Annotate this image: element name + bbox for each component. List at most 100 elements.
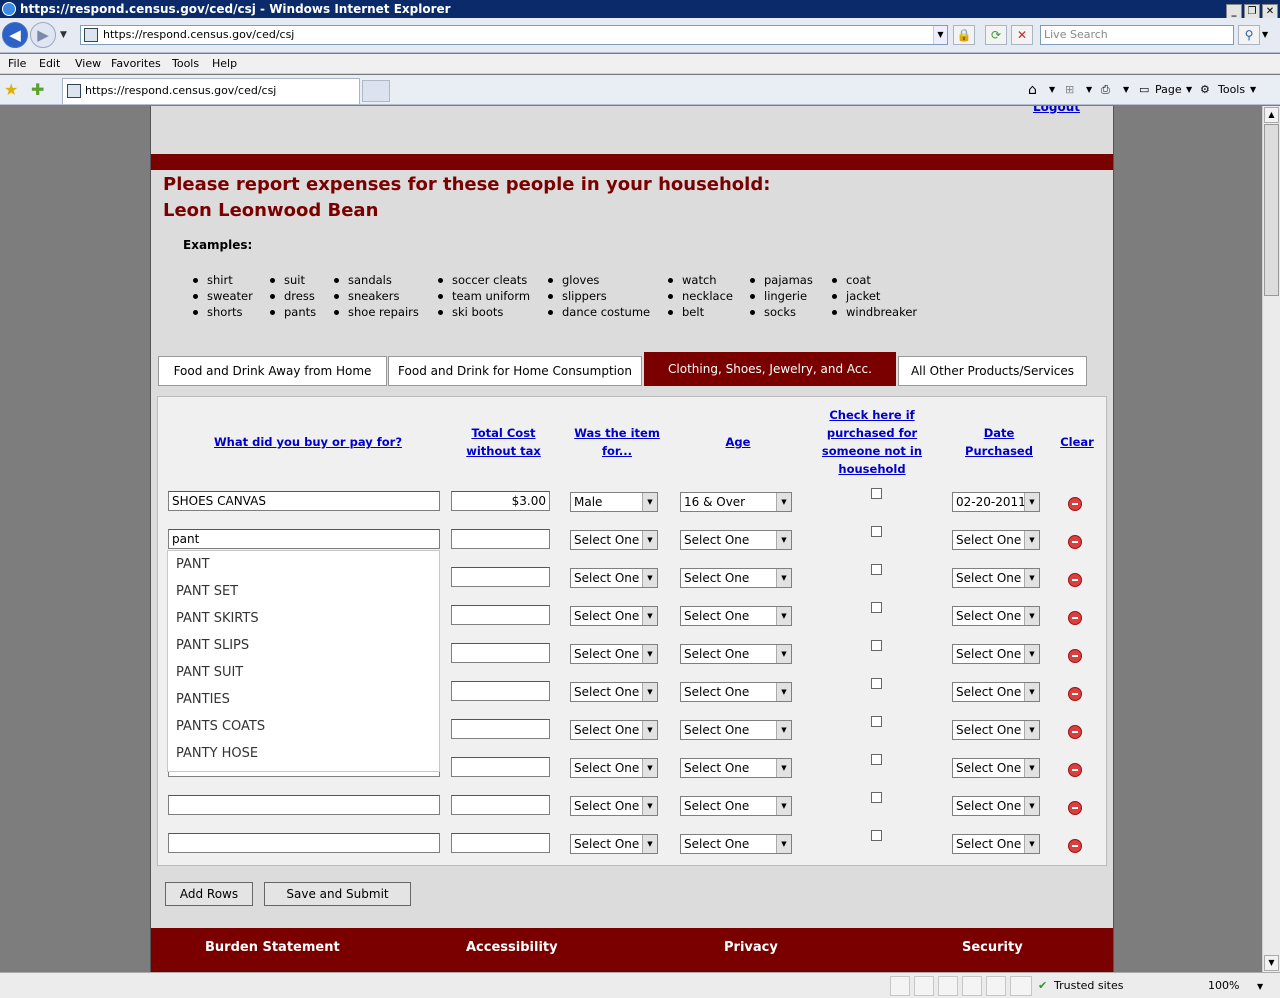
- footer-burden-link[interactable]: Burden Statement: [205, 940, 340, 955]
- autocomplete-option[interactable]: PANTIES: [168, 686, 439, 713]
- close-icon[interactable]: ✕: [1262, 4, 1278, 19]
- clear-row-icon[interactable]: [1068, 687, 1082, 701]
- item-for-select[interactable]: Select One ▼: [570, 796, 658, 816]
- tab-food-away[interactable]: Food and Drink Away from Home: [158, 356, 387, 386]
- page-menu[interactable]: Page: [1155, 82, 1182, 98]
- menu-view[interactable]: View: [75, 54, 101, 74]
- not-in-household-checkbox[interactable]: [871, 716, 882, 727]
- search-input[interactable]: Live Search: [1040, 25, 1234, 45]
- scroll-up-icon[interactable]: ▲: [1264, 107, 1279, 123]
- url-input[interactable]: https://respond.census.gov/ced/csj ▼: [80, 25, 948, 45]
- autocomplete-option[interactable]: PANT SLIPS: [168, 632, 439, 659]
- home-icon[interactable]: ⌂: [1028, 82, 1037, 98]
- favorites-star-icon[interactable]: ★: [4, 80, 18, 99]
- back-button[interactable]: ◀: [2, 22, 28, 48]
- total-cost-input[interactable]: [451, 681, 550, 701]
- item-for-select[interactable]: Select One ▼: [570, 834, 658, 854]
- total-cost-input[interactable]: [451, 605, 550, 625]
- clear-row-icon[interactable]: [1068, 611, 1082, 625]
- feeds-dropdown-icon[interactable]: ▼: [1086, 82, 1092, 98]
- save-submit-button[interactable]: Save and Submit: [264, 882, 411, 906]
- autocomplete-option[interactable]: PANTS COATS: [168, 713, 439, 740]
- date-purchased-select[interactable]: 02-20-2011 ▼: [952, 492, 1040, 512]
- page-dropdown-icon[interactable]: ▼: [1186, 82, 1192, 98]
- clear-row-icon[interactable]: [1068, 649, 1082, 663]
- header-cost[interactable]: Total Cost without tax: [451, 424, 556, 460]
- date-purchased-select[interactable]: Select One ▼: [952, 644, 1040, 664]
- browser-tab-active[interactable]: https://respond.census.gov/ced/csj: [62, 78, 360, 104]
- scroll-thumb[interactable]: [1264, 124, 1279, 296]
- tools-dropdown-icon[interactable]: ▼: [1250, 82, 1256, 98]
- scroll-down-icon[interactable]: ▼: [1264, 955, 1279, 971]
- total-cost-input[interactable]: [451, 833, 550, 853]
- not-in-household-checkbox[interactable]: [871, 488, 882, 499]
- not-in-household-checkbox[interactable]: [871, 678, 882, 689]
- feeds-icon[interactable]: ⊞: [1065, 82, 1074, 98]
- clear-row-icon[interactable]: [1068, 763, 1082, 777]
- not-in-household-checkbox[interactable]: [871, 792, 882, 803]
- menu-file[interactable]: File: [8, 54, 26, 74]
- print-dropdown-icon[interactable]: ▼: [1123, 82, 1129, 98]
- not-in-household-checkbox[interactable]: [871, 526, 882, 537]
- total-cost-input[interactable]: [451, 643, 550, 663]
- not-in-household-checkbox[interactable]: [871, 564, 882, 575]
- logout-link[interactable]: Logout: [1033, 106, 1080, 114]
- item-for-select[interactable]: Select One ▼: [570, 644, 658, 664]
- zoom-dropdown-icon[interactable]: ▼: [1257, 982, 1263, 991]
- age-select[interactable]: Select One ▼: [680, 720, 792, 740]
- add-favorite-icon[interactable]: ✚: [31, 80, 44, 99]
- item-for-select[interactable]: Select One ▼: [570, 568, 658, 588]
- search-dropdown-icon[interactable]: ▼: [1262, 30, 1268, 39]
- autocomplete-option[interactable]: PANT SKIRTS: [168, 605, 439, 632]
- age-select[interactable]: Select One ▼: [680, 530, 792, 550]
- clear-row-icon[interactable]: [1068, 725, 1082, 739]
- date-purchased-select[interactable]: Select One ▼: [952, 720, 1040, 740]
- footer-privacy-link[interactable]: Privacy: [724, 940, 778, 955]
- refresh-icon[interactable]: ⟳: [985, 25, 1007, 45]
- item-for-select[interactable]: Select One ▼: [570, 530, 658, 550]
- zoom-control[interactable]: 100% ▼: [1192, 976, 1272, 996]
- age-select[interactable]: Select One ▼: [680, 568, 792, 588]
- clear-row-icon[interactable]: [1068, 535, 1082, 549]
- age-select[interactable]: Select One ▼: [680, 682, 792, 702]
- total-cost-input[interactable]: $3.00: [451, 491, 550, 511]
- menu-help[interactable]: Help: [212, 54, 237, 74]
- date-purchased-select[interactable]: Select One ▼: [952, 530, 1040, 550]
- restore-icon[interactable]: ❐: [1244, 4, 1260, 19]
- age-select[interactable]: Select One ▼: [680, 834, 792, 854]
- age-select[interactable]: Select One ▼: [680, 644, 792, 664]
- item-for-select[interactable]: Select One ▼: [570, 758, 658, 778]
- autocomplete-option[interactable]: PANT: [168, 551, 439, 578]
- menu-favorites[interactable]: Favorites: [111, 54, 161, 74]
- not-in-household-checkbox[interactable]: [871, 640, 882, 651]
- item-description-input[interactable]: [168, 833, 440, 853]
- autocomplete-option[interactable]: PANT SET: [168, 578, 439, 605]
- tab-other-products[interactable]: All Other Products/Services: [898, 356, 1087, 386]
- age-select[interactable]: Select One ▼: [680, 796, 792, 816]
- date-purchased-select[interactable]: Select One ▼: [952, 606, 1040, 626]
- age-select[interactable]: Select One ▼: [680, 758, 792, 778]
- item-for-select[interactable]: Select One ▼: [570, 682, 658, 702]
- menu-edit[interactable]: Edit: [39, 54, 60, 74]
- item-description-input[interactable]: pant: [168, 529, 440, 549]
- item-description-input[interactable]: [168, 795, 440, 815]
- total-cost-input[interactable]: [451, 529, 550, 549]
- header-age[interactable]: Age: [698, 433, 778, 451]
- header-date[interactable]: Date Purchased: [954, 424, 1044, 460]
- tools-menu[interactable]: Tools: [1218, 82, 1245, 98]
- date-purchased-select[interactable]: Select One ▼: [952, 568, 1040, 588]
- lock-icon[interactable]: 🔒: [953, 25, 975, 45]
- minimize-icon[interactable]: _: [1226, 4, 1242, 19]
- header-what[interactable]: What did you buy or pay for?: [208, 433, 408, 451]
- clear-row-icon[interactable]: [1068, 573, 1082, 587]
- item-for-select[interactable]: Select One ▼: [570, 720, 658, 740]
- not-in-household-checkbox[interactable]: [871, 830, 882, 841]
- add-rows-button[interactable]: Add Rows: [165, 882, 253, 906]
- date-purchased-select[interactable]: Select One ▼: [952, 834, 1040, 854]
- clear-row-icon[interactable]: [1068, 839, 1082, 853]
- age-select[interactable]: Select One ▼: [680, 606, 792, 626]
- autocomplete-option[interactable]: PANTY HOSE: [168, 740, 439, 767]
- autocomplete-option[interactable]: PANT SUIT: [168, 659, 439, 686]
- vertical-scrollbar[interactable]: ▲ ▼: [1262, 106, 1280, 972]
- item-description-input[interactable]: SHOES CANVAS: [168, 491, 440, 511]
